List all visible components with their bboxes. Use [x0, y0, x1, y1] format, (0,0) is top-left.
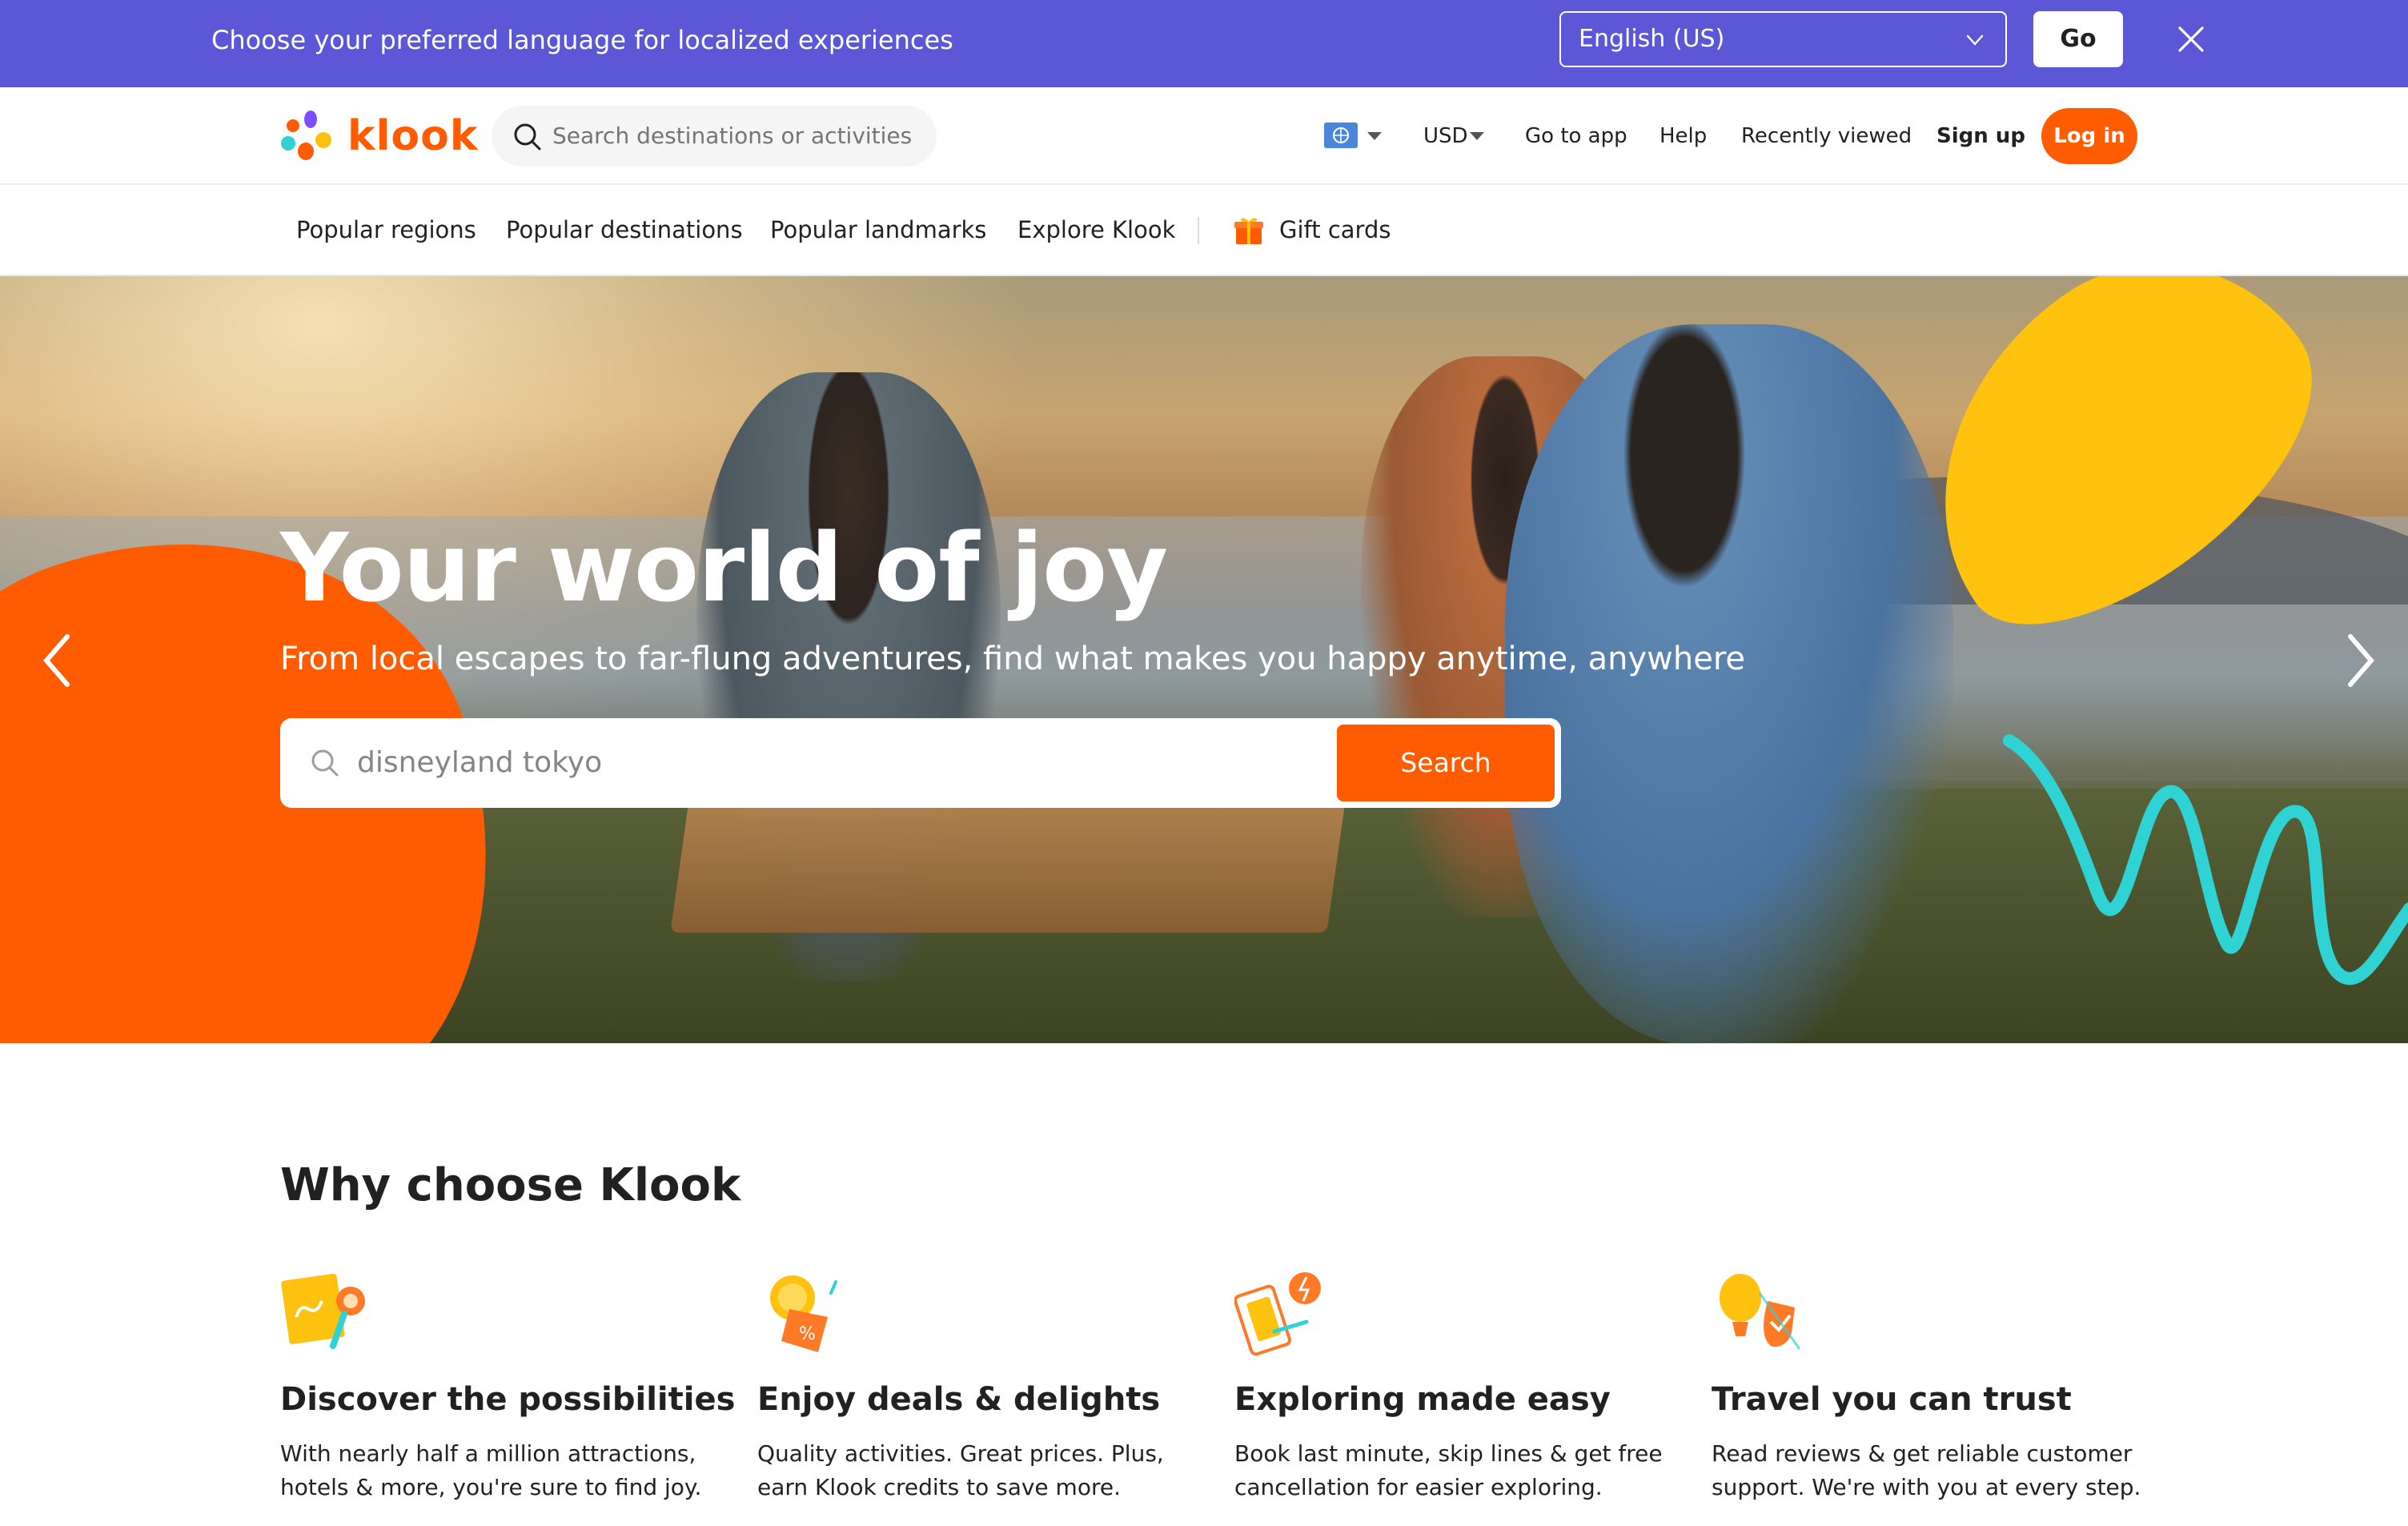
- carousel-next-icon[interactable]: [2334, 628, 2386, 693]
- header-search-placeholder: Search destinations or activities: [552, 122, 913, 149]
- recently-viewed-link[interactable]: Recently viewed: [1741, 87, 1912, 185]
- nav-popular-destinations[interactable]: Popular destinations: [506, 185, 743, 275]
- feature-card: Discover the possibilities With nearly h…: [280, 1269, 735, 1500]
- klook-logo-icon: [281, 110, 331, 160]
- language-flag-icon[interactable]: [1324, 122, 1358, 148]
- chevron-down-icon: [1966, 34, 1984, 46]
- hero-photo-table: [670, 789, 1347, 933]
- deal-tag-icon: %: [770, 1275, 837, 1352]
- hero-title: Your world of joy: [280, 512, 1168, 623]
- balloon-shield-icon: [1720, 1274, 1801, 1350]
- header-search-input[interactable]: Search destinations or activities: [492, 106, 937, 167]
- feature-card: Exploring made easy Book last minute, sk…: [1234, 1269, 1683, 1500]
- nav-explore-klook[interactable]: Explore Klook: [1017, 185, 1175, 275]
- caret-down-icon[interactable]: [1367, 132, 1382, 140]
- category-nav: Popular regions Popular destinations Pop…: [0, 185, 2408, 276]
- currency-select[interactable]: USD: [1423, 87, 1468, 185]
- feature-description: Quality activities. Great prices. Plus, …: [757, 1440, 1164, 1500]
- caret-down-icon[interactable]: [1470, 132, 1484, 140]
- nav-divider: [1198, 217, 1199, 244]
- phone-booking-icon: [1234, 1272, 1321, 1356]
- feature-card: Travel you can trust Read reviews & get …: [1712, 1269, 2160, 1500]
- nav-gift-cards[interactable]: Gift cards: [1279, 185, 1391, 275]
- klook-logo-text: klook: [347, 112, 479, 160]
- feature-title: Exploring made easy: [1234, 1381, 1611, 1418]
- sign-up-link[interactable]: Sign up: [1936, 87, 2025, 185]
- feature-description: With nearly half a million attractions, …: [280, 1440, 702, 1500]
- site-header: klook Search destinations or activities …: [0, 87, 2408, 185]
- svg-text:%: %: [799, 1324, 816, 1344]
- go-button[interactable]: Go: [2033, 11, 2123, 67]
- nav-popular-regions[interactable]: Popular regions: [296, 185, 476, 275]
- search-button[interactable]: Search: [1337, 725, 1555, 801]
- hero-photo-person: [1505, 324, 1953, 1043]
- feature-card: % Enjoy deals & delights Quality activit…: [757, 1269, 1206, 1500]
- nav-popular-landmarks[interactable]: Popular landmarks: [770, 185, 986, 275]
- go-to-app-link[interactable]: Go to app: [1525, 87, 1627, 185]
- feature-description: Read reviews & get reliable customer sup…: [1712, 1440, 2141, 1500]
- gift-icon: [1234, 218, 1263, 244]
- carousel-prev-icon[interactable]: [32, 628, 83, 693]
- hero-search-input[interactable]: disneyland tokyo Search: [280, 718, 1561, 808]
- search-icon: [514, 123, 541, 151]
- feature-description: Book last minute, skip lines & get free …: [1234, 1440, 1663, 1500]
- hero-banner: Your world of joy From local escapes to …: [0, 276, 2408, 1043]
- feature-title: Travel you can trust: [1712, 1381, 2072, 1418]
- feature-title: Discover the possibilities: [280, 1381, 736, 1418]
- help-link[interactable]: Help: [1660, 87, 1707, 185]
- feature-title: Enjoy deals & delights: [757, 1381, 1161, 1418]
- login-button[interactable]: Log in: [2041, 108, 2137, 164]
- hero-search-value: disneyland tokyo: [357, 746, 603, 779]
- why-choose-title: Why choose Klook: [280, 1159, 741, 1211]
- search-icon: [311, 749, 339, 777]
- language-select[interactable]: English (US): [1559, 11, 2007, 67]
- hero-subtitle: From local escapes to far-flung adventur…: [280, 641, 1746, 677]
- map-icon: [281, 1273, 365, 1349]
- klook-logo[interactable]: klook: [279, 110, 478, 163]
- decorative-teal-squiggle: [2003, 734, 2408, 986]
- language-select-value: English (US): [1579, 25, 1725, 53]
- language-banner-message: Choose your preferred language for local…: [211, 25, 953, 55]
- close-icon[interactable]: [2177, 25, 2205, 54]
- language-banner: Choose your preferred language for local…: [0, 0, 2408, 87]
